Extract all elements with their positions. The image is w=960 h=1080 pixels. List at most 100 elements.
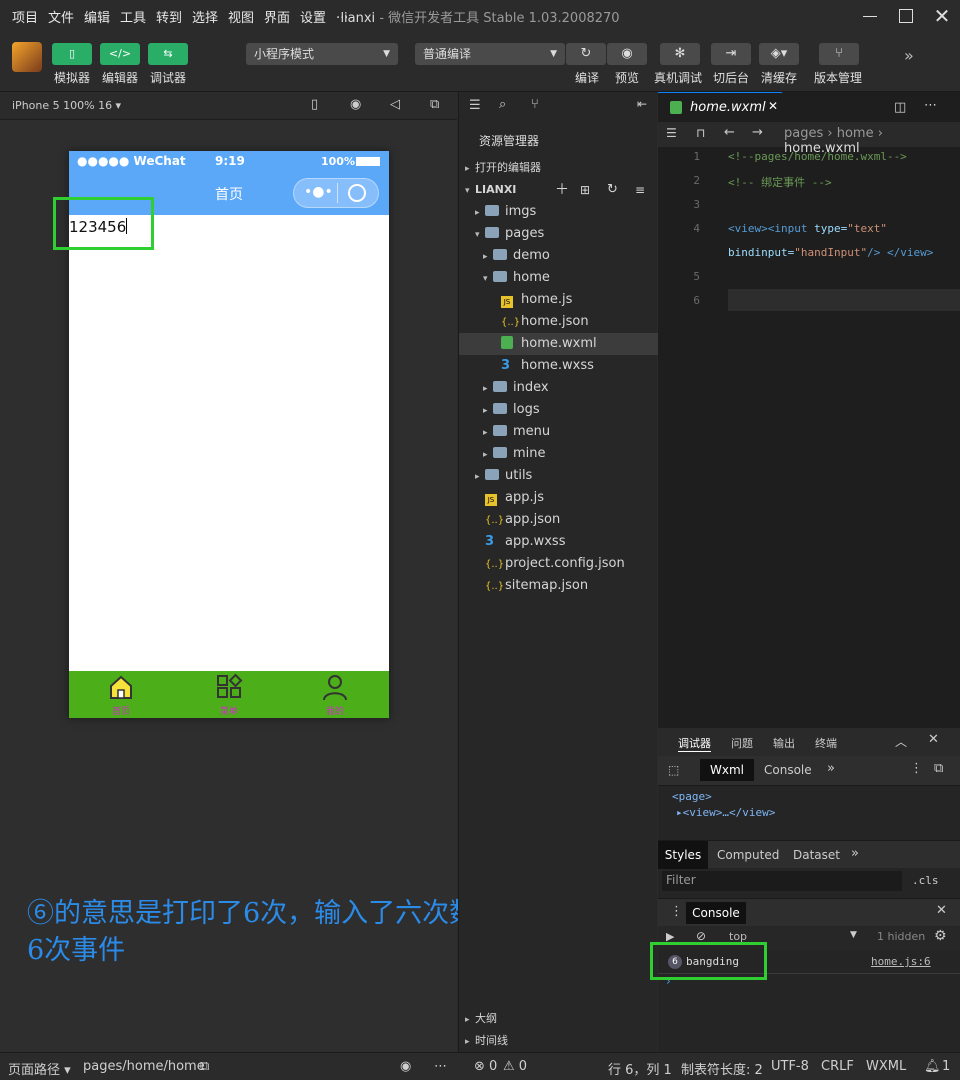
maximize-icon[interactable] — [894, 4, 918, 28]
file-tree-item[interactable]: ▸ utils — [459, 465, 658, 487]
file-tree-item[interactable]: ▸ logs — [459, 399, 658, 421]
wxml-node-view[interactable]: ▸<view>…</view> — [676, 806, 775, 819]
tab-size[interactable]: 制表符长度: 2 — [681, 1059, 763, 1078]
warning-count[interactable]: ⚠ 0 — [503, 1059, 527, 1074]
mode-select[interactable]: 小程序模式 ▼ — [246, 43, 398, 65]
tab-mine[interactable]: 我的 — [305, 673, 365, 717]
code-line-4-wrap[interactable]: bindinput="handInput"/> </view> — [728, 246, 933, 259]
file-tree-item[interactable]: {..}sitemap.json — [459, 575, 658, 597]
close-panel-icon[interactable]: ✕ — [928, 732, 939, 747]
tab-wxml[interactable]: Wxml — [700, 759, 754, 781]
file-tree-item[interactable]: ▾ pages — [459, 223, 658, 245]
compile-icon[interactable]: ↻ — [566, 43, 606, 65]
page-path-value[interactable]: pages/home/home — [83, 1059, 205, 1074]
error-count[interactable]: ⊗ 0 — [474, 1059, 497, 1074]
code-line-1[interactable]: <!--pages/home/home.wxml--> — [728, 150, 907, 163]
tab-output[interactable]: 输出 — [773, 735, 795, 751]
console-tab[interactable]: Console — [686, 902, 746, 924]
file-tree-item[interactable]: {..}project.config.json — [459, 553, 658, 575]
tab-styles[interactable]: Styles — [658, 841, 708, 869]
tab-terminal[interactable]: 终端 — [815, 735, 837, 751]
compile-mode-select[interactable]: 普通编译 ▼ — [415, 43, 565, 65]
dock-icon[interactable]: ⧉ — [934, 761, 943, 776]
background-icon[interactable]: ⇥ — [711, 43, 751, 65]
context-dropdown-icon[interactable]: ▼ — [850, 930, 857, 940]
sound-icon[interactable]: ◁ — [390, 97, 400, 112]
file-tree-item[interactable]: ▸ imgs — [459, 201, 658, 223]
page-path-select[interactable]: 页面路径 ▾ — [8, 1059, 71, 1078]
more-tabs-icon[interactable]: » — [851, 846, 859, 861]
file-tree-item[interactable]: home.wxml — [459, 333, 658, 355]
editor-tab[interactable]: home.wxml ✕ — [658, 92, 782, 122]
code-line-2[interactable]: <!-- 绑定事件 --> — [728, 174, 832, 190]
search-icon[interactable]: ⌕ — [499, 97, 506, 112]
close-drawer-icon[interactable]: ✕ — [936, 903, 947, 918]
version-icon[interactable]: ⑂ — [819, 43, 859, 65]
collapse-panel-icon[interactable]: ⇤ — [637, 97, 647, 111]
avatar[interactable] — [12, 42, 42, 72]
file-tree-item[interactable]: ▸ demo — [459, 245, 658, 267]
device-select[interactable]: iPhone 5 100% 16 ▾ — [12, 99, 121, 112]
tab-problems[interactable]: 问题 — [731, 735, 753, 751]
project-section[interactable]: ▾ LIANXI ＋ ⊞ ↻ ≡ — [465, 179, 664, 201]
styles-filter-input[interactable]: Filter — [662, 871, 902, 891]
file-tree-item[interactable]: ▸ menu — [459, 421, 658, 443]
back-icon[interactable]: ← — [724, 125, 735, 140]
file-tree-item[interactable]: JS home.js — [459, 289, 658, 311]
list-icon[interactable]: ☰ — [469, 98, 481, 113]
clear-cache-icon[interactable]: ◈▾ — [759, 43, 799, 65]
kebab-icon[interactable]: ⋮ — [670, 904, 683, 919]
close-miniapp-icon[interactable] — [348, 184, 366, 202]
record-icon[interactable]: ◉ — [350, 97, 361, 112]
encoding[interactable]: UTF-8 — [771, 1059, 809, 1074]
phone-icon[interactable]: ▯ — [311, 97, 318, 112]
file-tree-item[interactable]: ▾ home — [459, 267, 658, 289]
cls-button[interactable]: .cls — [912, 874, 939, 887]
inspect-icon[interactable]: ⬚ — [668, 763, 679, 777]
chevron-up-icon[interactable]: ︿ — [895, 733, 907, 750]
debugger-toggle-icon[interactable]: ⇆ — [148, 43, 188, 65]
real-debug-icon[interactable]: ✻ — [660, 43, 700, 65]
preview-icon[interactable]: ◉ — [607, 43, 647, 65]
split-editor-icon[interactable]: ◫ — [894, 100, 906, 115]
minimize-icon[interactable] — [858, 4, 882, 28]
open-editors-section[interactable]: ▸ 打开的编辑器 — [465, 157, 664, 179]
log-source-link[interactable]: home.js:6 — [871, 955, 931, 968]
line-ending[interactable]: CRLF — [821, 1059, 854, 1074]
tab-computed[interactable]: Computed — [717, 848, 779, 862]
tab-debugger[interactable]: 调试器 — [678, 735, 711, 752]
more-actions-icon[interactable]: ⋯ — [924, 98, 937, 113]
language-mode[interactable]: WXML — [866, 1059, 906, 1074]
gear-icon[interactable]: ⚙ — [934, 928, 947, 944]
detach-icon[interactable]: ⧉ — [430, 97, 439, 112]
outline-section[interactable]: ▸ 大纲 — [465, 1008, 664, 1030]
eye-icon[interactable]: ◉ — [400, 1059, 411, 1074]
more-dots-icon[interactable]: •●• — [304, 184, 333, 200]
clear-console-icon[interactable]: ⊘ — [696, 929, 706, 943]
file-tree-item[interactable]: {..}home.json — [459, 311, 658, 333]
editor-toggle-icon[interactable]: </> — [100, 43, 140, 65]
branch-icon[interactable]: ⑂ — [531, 97, 539, 112]
file-tree-item[interactable]: ▸ mine — [459, 443, 658, 465]
file-tree-item[interactable]: 3 home.wxss — [459, 355, 658, 377]
cursor-position[interactable]: 行 6，列 1 — [608, 1059, 672, 1078]
copy-icon[interactable]: ⧉ — [200, 1059, 209, 1074]
tab-menu[interactable]: 菜单 — [199, 673, 259, 717]
wxml-node-page[interactable]: <page> — [672, 790, 712, 803]
forward-icon[interactable]: → — [752, 125, 763, 140]
list-icon[interactable]: ☰ — [666, 126, 677, 140]
timeline-section[interactable]: ▸ 时间线 — [465, 1030, 664, 1052]
bell-icon[interactable]: 🔔︎ — [924, 1059, 941, 1074]
file-tree-item[interactable]: ▸ index — [459, 377, 658, 399]
file-tree-item[interactable]: 3 app.wxss — [459, 531, 658, 553]
kebab-icon[interactable]: ⋮ — [910, 761, 923, 776]
tab-dataset[interactable]: Dataset — [793, 848, 840, 862]
code-line-4[interactable]: <view><input type="text" — [728, 222, 887, 235]
simulator-toggle-icon[interactable]: ▯ — [52, 43, 92, 65]
more-icon[interactable]: » — [904, 46, 914, 65]
file-tree-item[interactable]: {..}app.json — [459, 509, 658, 531]
tab-console[interactable]: Console — [764, 763, 812, 777]
file-tree-item[interactable]: JS app.js — [459, 487, 658, 509]
bookmark-icon[interactable]: ⊓ — [696, 126, 705, 140]
close-icon[interactable]: ✕ — [930, 4, 954, 28]
